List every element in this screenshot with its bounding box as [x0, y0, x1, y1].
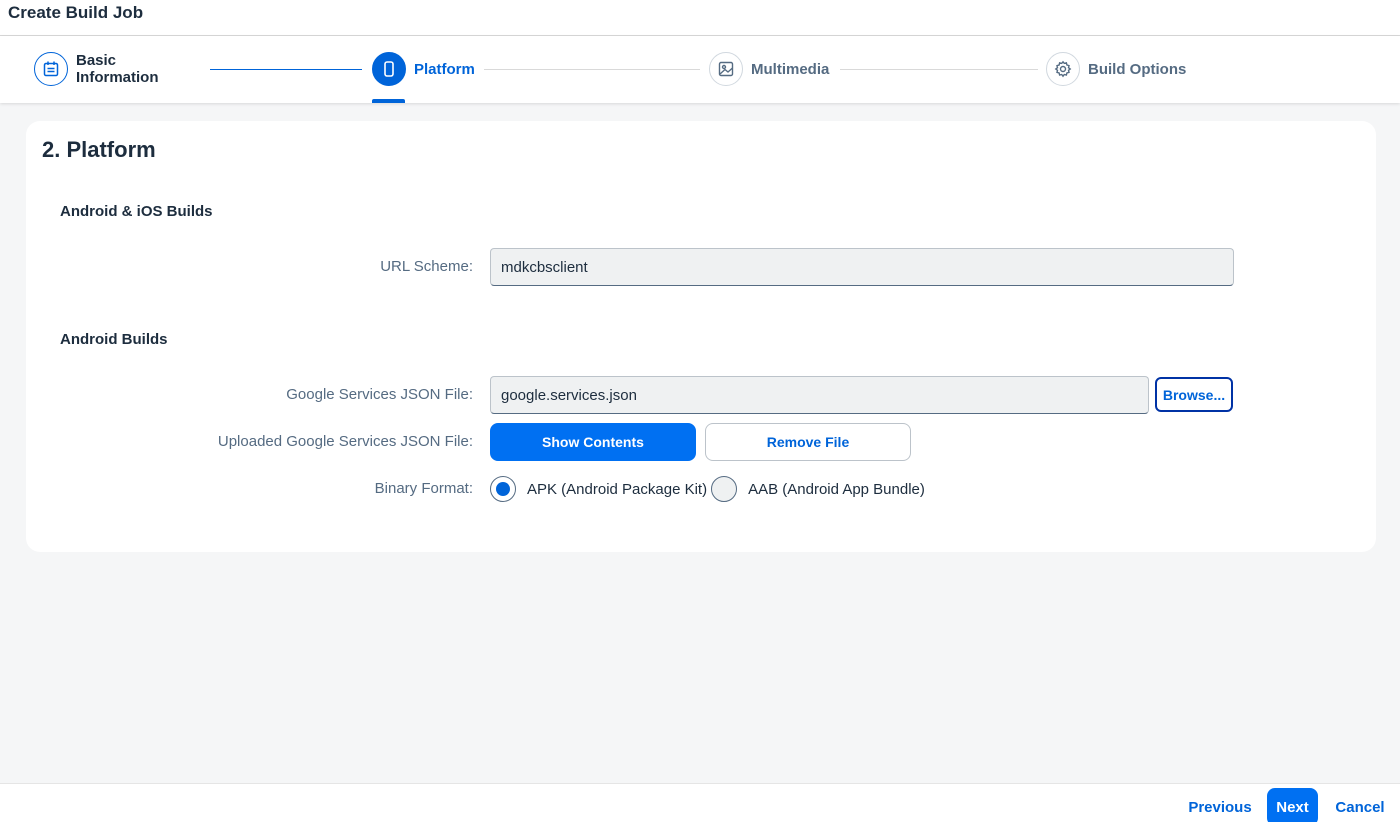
- show-contents-button[interactable]: Show Contents: [490, 423, 696, 461]
- section-title-android-ios: Android & iOS Builds: [60, 203, 213, 220]
- binary-format-label: Binary Format:: [374, 480, 473, 497]
- binary-format-radio-group: APK (Android Package Kit) AAB (Android A…: [490, 475, 929, 503]
- image-icon: [709, 52, 743, 86]
- calendar-icon: [34, 52, 68, 86]
- radio-aab[interactable]: AAB (Android App Bundle): [711, 476, 925, 502]
- url-scheme-input[interactable]: [490, 248, 1234, 286]
- radio-label-apk: APK (Android Package Kit): [527, 480, 708, 498]
- wizard-step-label: Multimedia: [751, 61, 830, 78]
- wizard-step-basic-information[interactable]: Basic Information: [34, 52, 194, 88]
- wizard-step-label: Platform: [414, 61, 475, 78]
- create-build-job-app: Create Build Job Basic Information Platf…: [0, 0, 1400, 822]
- mobile-device-icon: [372, 52, 406, 86]
- radio-apk[interactable]: APK (Android Package Kit): [490, 476, 707, 502]
- wizard-step-label: Basic Information: [76, 52, 159, 86]
- wizard-step-label: Build Options: [1088, 61, 1187, 78]
- wizard-step-platform[interactable]: Platform: [372, 52, 492, 88]
- step-label-line1: Basic: [76, 52, 117, 69]
- step-connector-3: [840, 69, 1038, 70]
- wizard-step-build-options[interactable]: Build Options: [1046, 52, 1196, 88]
- gear-icon: [1046, 52, 1080, 86]
- google-json-input[interactable]: [490, 376, 1149, 414]
- radio-button-unchecked[interactable]: [711, 476, 738, 502]
- step-connector-1: [210, 69, 362, 70]
- page-title: 2. Platform: [42, 137, 156, 162]
- browse-button[interactable]: Browse...: [1155, 377, 1233, 412]
- google-json-label: Google Services JSON File:: [286, 386, 473, 403]
- previous-button[interactable]: Previous: [1184, 788, 1256, 822]
- uploaded-json-label: Uploaded Google Services JSON File:: [217, 433, 473, 450]
- title-bar: Create Build Job: [0, 0, 1400, 36]
- step-connector-2: [484, 69, 700, 70]
- wizard-progress: Basic Information Platform Multimedia Bu…: [0, 36, 1400, 103]
- platform-form-card: 2. Platform Android & iOS Builds URL Sch…: [26, 121, 1376, 552]
- next-button[interactable]: Next: [1267, 788, 1318, 822]
- wizard-step-multimedia[interactable]: Multimedia: [709, 52, 839, 88]
- section-title-android: Android Builds: [60, 331, 168, 348]
- radio-button-checked[interactable]: [490, 476, 516, 502]
- url-scheme-label: URL Scheme:: [380, 258, 473, 275]
- radio-label-aab: AAB (Android App Bundle): [748, 480, 925, 498]
- remove-file-button[interactable]: Remove File: [705, 423, 911, 461]
- cancel-button[interactable]: Cancel: [1330, 788, 1390, 822]
- active-step-indicator: [372, 99, 405, 103]
- step-label-line2: Information: [76, 69, 159, 86]
- footer-toolbar: Previous Next Cancel: [0, 783, 1400, 822]
- window-title: Create Build Job: [8, 3, 144, 22]
